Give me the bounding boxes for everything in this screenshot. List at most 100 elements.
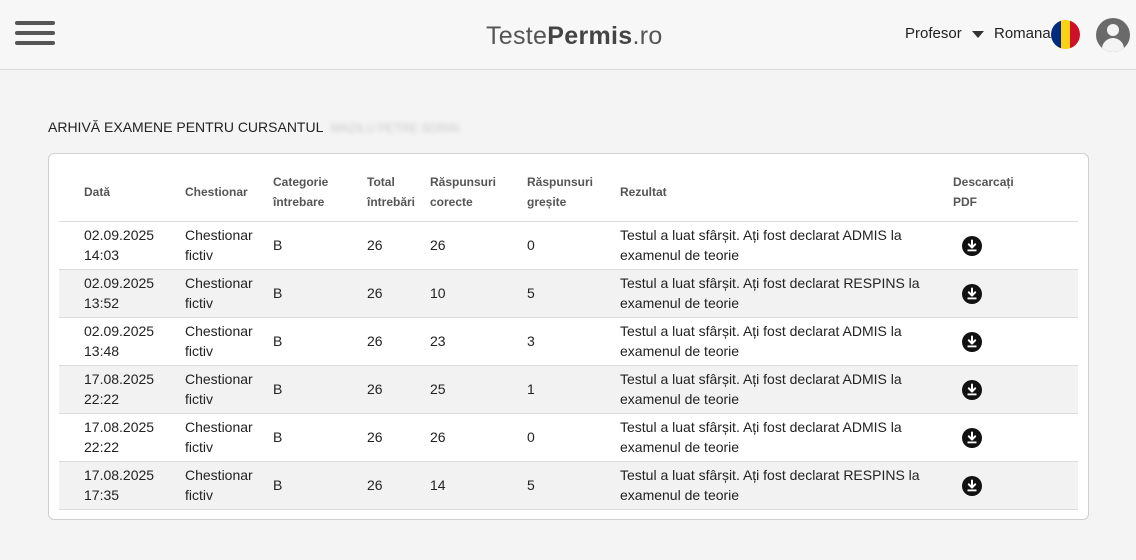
- cell-date-day: 17.08.2025: [84, 467, 155, 483]
- cell-date-time: 13:52: [84, 295, 120, 311]
- cell-result: Testul a luat sfârșit. Ați fost declarat…: [606, 269, 953, 318]
- cell-questionnaire: Chestionar fictiv: [160, 365, 254, 414]
- cell-questionnaire-line1: Chestionar: [185, 227, 253, 243]
- language-label[interactable]: Romana: [994, 25, 1051, 42]
- cell-result-line2: examenul de teorie: [620, 247, 740, 263]
- cell-date-time: 22:22: [84, 391, 120, 407]
- cell-date-time: 17:35: [84, 487, 120, 503]
- cell-date: 17.08.2025 17:35: [59, 461, 160, 510]
- cell-result-line2: examenul de teorie: [620, 391, 740, 407]
- cell-date: 17.08.2025 22:22: [59, 413, 160, 462]
- header-category-line2: întrebare: [273, 195, 325, 210]
- download-pdf-icon[interactable]: [962, 427, 982, 448]
- cell-category: B: [254, 461, 348, 510]
- cell-total: 26: [348, 269, 417, 318]
- page-title: ARHIVĂ EXAMENE PENTRU CURSANTUL MAZILU P…: [48, 119, 459, 135]
- cell-questionnaire-line2: fictiv: [185, 391, 213, 407]
- table-row: 02.09.2025 13:48 Chestionar fictiv B 26 23 3 Tes…: [59, 317, 1078, 366]
- cell-questionnaire-line2: fictiv: [185, 487, 213, 503]
- cell-date: 02.09.2025 13:52: [59, 269, 160, 318]
- header-category-line1: Categorie: [273, 175, 329, 190]
- cell-questionnaire-line1: Chestionar: [185, 467, 253, 483]
- download-pdf-icon[interactable]: [962, 235, 982, 256]
- top-navbar: TestePermis.ro Profesor Romana: [0, 0, 1136, 70]
- cell-result: Testul a luat sfârșit. Ați fost declarat…: [606, 365, 953, 414]
- cell-result: Testul a luat sfârșit. Ați fost declarat…: [606, 413, 953, 462]
- header-total-line1: Total: [367, 175, 395, 190]
- cell-date: 02.09.2025 14:03: [59, 221, 160, 270]
- cell-pdf: [953, 221, 1078, 270]
- cell-wrong: 1: [513, 365, 606, 414]
- cell-result-line1: Testul a luat sfârșit. Ați fost declarat…: [620, 275, 920, 291]
- cell-correct: 23: [417, 317, 513, 366]
- cell-pdf: [953, 269, 1078, 318]
- page-title-text: ARHIVĂ EXAMENE PENTRU CURSANTUL: [48, 119, 323, 135]
- download-pdf-icon[interactable]: [962, 379, 982, 400]
- cell-wrong: 5: [513, 269, 606, 318]
- cell-date-day: 02.09.2025: [84, 323, 155, 339]
- caret-down-icon: [971, 31, 984, 38]
- table-header-row: Dată Chestionar Categorie întrebare Total…: [59, 164, 1078, 222]
- header-correct: Răspunsuri corecte: [417, 164, 513, 222]
- table-row: 17.08.2025 22:22 Chestionar fictiv B 26 25 1 Tes…: [59, 365, 1078, 414]
- table-row: 17.08.2025 17:35 Chestionar fictiv B 26 14 5 Tes…: [59, 461, 1078, 510]
- download-pdf-icon[interactable]: [962, 475, 982, 496]
- cell-result-line2: examenul de teorie: [620, 439, 740, 455]
- header-category: Categorie întrebare: [254, 164, 348, 222]
- cell-pdf: [953, 461, 1078, 510]
- cell-date: 02.09.2025 13:48: [59, 317, 160, 366]
- header-pdf: Descarcați PDF: [953, 164, 1078, 222]
- cell-date-day: 02.09.2025: [84, 227, 155, 243]
- user-avatar-icon[interactable]: [1096, 18, 1130, 52]
- cell-result-line1: Testul a luat sfârșit. Ați fost declarat…: [620, 467, 920, 483]
- cell-result-line1: Testul a luat sfârșit. Ați fost declarat…: [620, 227, 902, 243]
- exam-archive-table: Dată Chestionar Categorie întrebare Total…: [59, 164, 1078, 510]
- site-logo[interactable]: TestePermis.ro: [486, 22, 663, 51]
- cell-result-line1: Testul a luat sfârșit. Ați fost declarat…: [620, 323, 902, 339]
- cell-questionnaire-line2: fictiv: [185, 295, 213, 311]
- cell-category: B: [254, 221, 348, 270]
- cell-wrong: 5: [513, 461, 606, 510]
- download-pdf-icon[interactable]: [962, 331, 982, 352]
- header-correct-line1: Răspunsuri: [430, 175, 497, 190]
- cell-category: B: [254, 413, 348, 462]
- logo-text-bold: Permis: [547, 22, 633, 50]
- cell-correct: 26: [417, 221, 513, 270]
- role-dropdown[interactable]: Profesor: [905, 25, 984, 42]
- cell-date: 17.08.2025 22:22: [59, 365, 160, 414]
- cell-result: Testul a luat sfârșit. Ați fost declarat…: [606, 317, 953, 366]
- exam-archive-card: Dată Chestionar Categorie întrebare Total…: [48, 153, 1089, 520]
- cell-pdf: [953, 317, 1078, 366]
- header-wrong-line1: Răspunsuri: [527, 175, 594, 190]
- cell-total: 26: [348, 413, 417, 462]
- cell-date-day: 17.08.2025: [84, 371, 155, 387]
- romania-flag-icon[interactable]: [1051, 20, 1080, 49]
- cell-questionnaire: Chestionar fictiv: [160, 221, 254, 270]
- cell-category: B: [254, 269, 348, 318]
- cell-date-time: 13:48: [84, 343, 120, 359]
- cell-result-line2: examenul de teorie: [620, 295, 740, 311]
- cell-questionnaire-line1: Chestionar: [185, 275, 253, 291]
- cell-date-day: 17.08.2025: [84, 419, 155, 435]
- hamburger-menu-icon[interactable]: [15, 21, 55, 45]
- cell-wrong: 0: [513, 413, 606, 462]
- cell-correct: 14: [417, 461, 513, 510]
- cell-wrong: 0: [513, 221, 606, 270]
- cell-questionnaire: Chestionar fictiv: [160, 461, 254, 510]
- logo-text-light: Teste: [486, 22, 548, 50]
- cell-result-line2: examenul de teorie: [620, 343, 740, 359]
- cell-questionnaire-line2: fictiv: [185, 343, 213, 359]
- cell-pdf: [953, 365, 1078, 414]
- cell-questionnaire-line2: fictiv: [185, 247, 213, 263]
- download-pdf-icon[interactable]: [962, 283, 982, 304]
- cell-category: B: [254, 317, 348, 366]
- cell-correct: 25: [417, 365, 513, 414]
- cell-total: 26: [348, 461, 417, 510]
- cell-questionnaire-line1: Chestionar: [185, 371, 253, 387]
- cell-category: B: [254, 365, 348, 414]
- header-pdf-line1: Descarcați: [953, 175, 1014, 190]
- cell-total: 26: [348, 221, 417, 270]
- cell-result-line1: Testul a luat sfârșit. Ați fost declarat…: [620, 419, 902, 435]
- header-result: Rezultat: [606, 164, 953, 222]
- role-label: Profesor: [905, 25, 962, 42]
